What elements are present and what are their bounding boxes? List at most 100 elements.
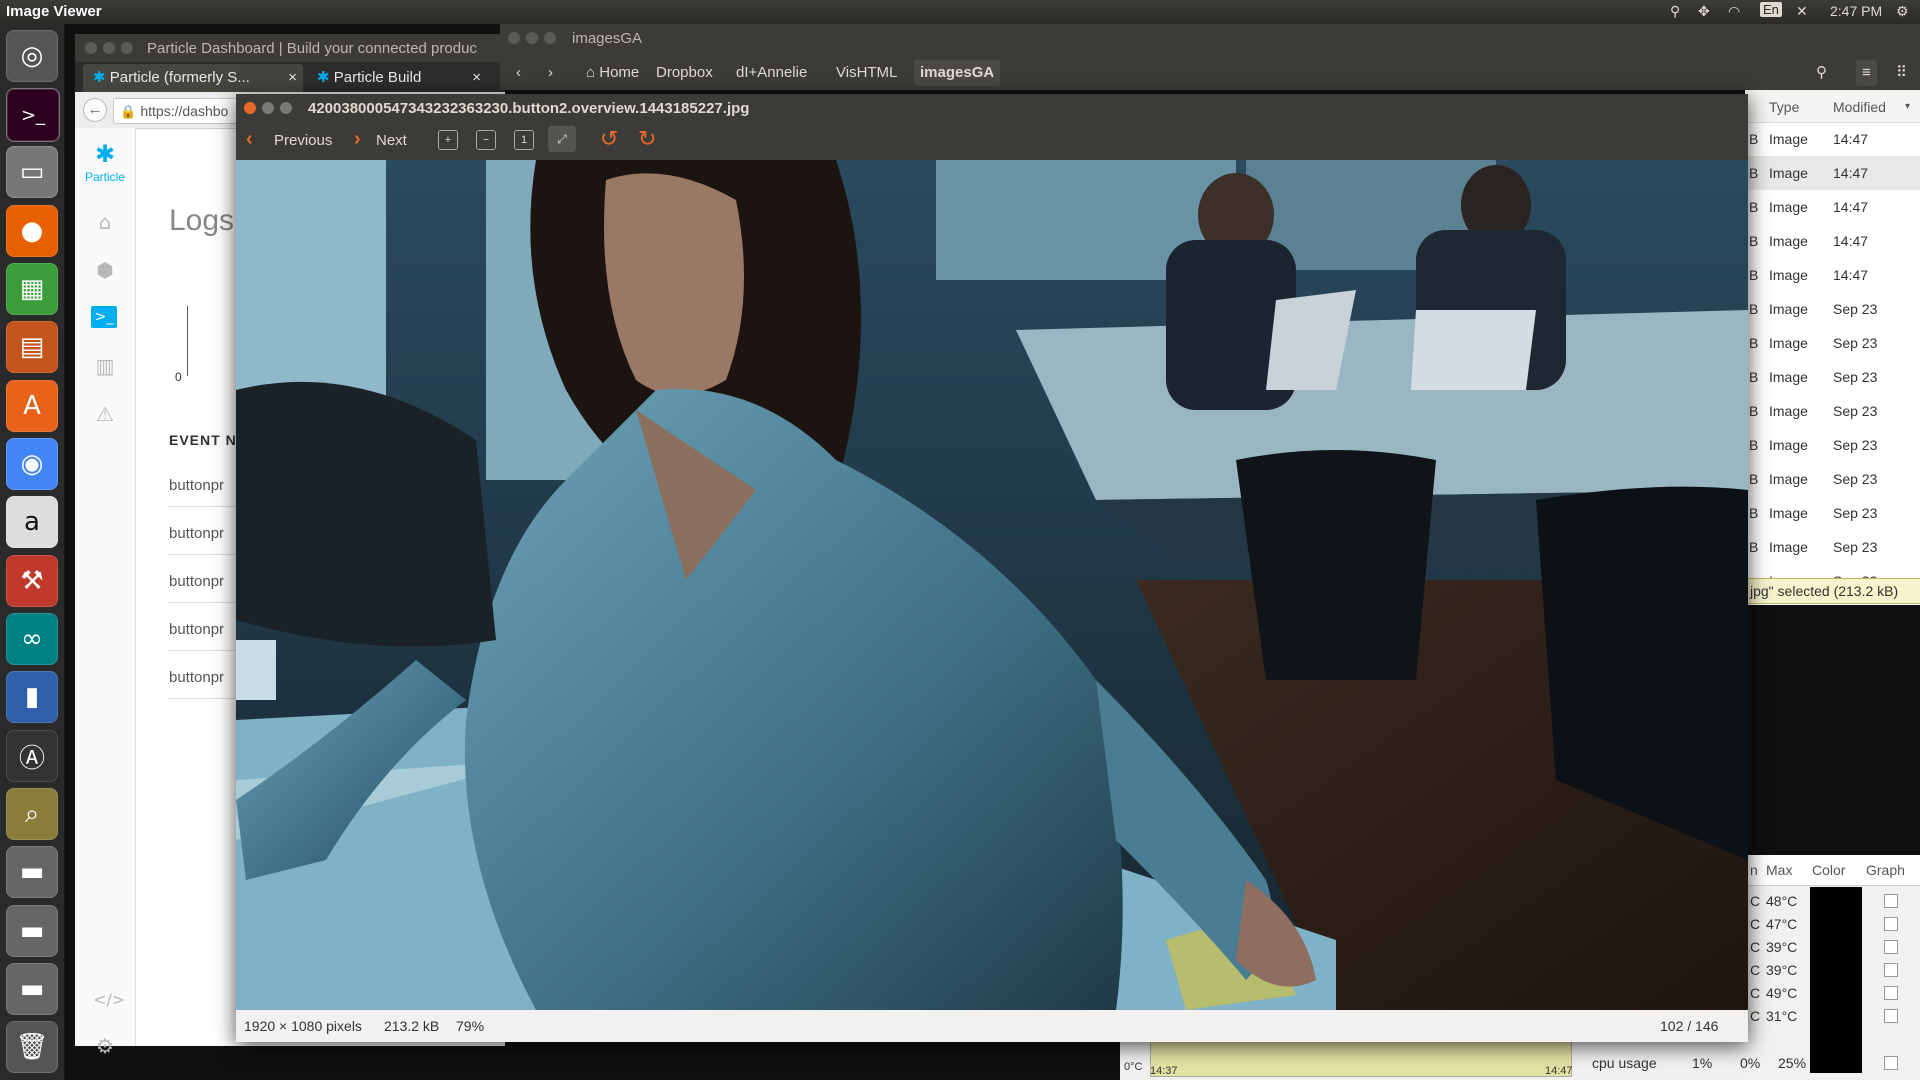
image-dimensions: 1920 × 1080 pixels xyxy=(244,1018,362,1034)
minimize-window-button[interactable] xyxy=(103,42,115,54)
file-row[interactable]: B Image Sep 23 xyxy=(1745,394,1920,428)
close-window-button[interactable] xyxy=(508,32,520,44)
file-row[interactable]: B Image 14:47 xyxy=(1745,156,1920,190)
file-row[interactable]: B Image Sep 23 xyxy=(1745,360,1920,394)
previous-chevron-icon[interactable]: ‹ xyxy=(246,128,253,151)
column-graph: Graph xyxy=(1866,862,1905,878)
particle-logo-icon[interactable]: ✱ xyxy=(75,140,135,169)
column-modified[interactable]: Modified xyxy=(1833,99,1886,115)
usb-indicator-icon[interactable]: ⚲ xyxy=(1670,3,1680,20)
file-size: B xyxy=(1749,131,1759,147)
volume-muted-icon[interactable]: ✕ xyxy=(1796,3,1808,20)
viewer-filename: 420038000547343232363230.button2.overvie… xyxy=(308,100,750,117)
alert-icon[interactable]: ⚠ xyxy=(93,402,117,426)
settings-gear-icon[interactable]: ⚙ xyxy=(1896,3,1909,20)
file-row[interactable]: B Image Sep 23 xyxy=(1745,462,1920,496)
thermometer-app-icon[interactable]: ▮ xyxy=(6,671,58,723)
minimize-window-button[interactable] xyxy=(262,102,274,114)
image-viewer-icon[interactable]: ⌕ xyxy=(6,788,58,840)
analytics-icon[interactable]: ▥ xyxy=(93,354,117,378)
graph-checkbox[interactable] xyxy=(1884,1009,1898,1023)
tab-particle-dashboard[interactable]: ✱ Particle (formerly S... × xyxy=(83,64,303,92)
devices-cube-icon[interactable]: ⬢ xyxy=(93,258,117,282)
wifi-icon[interactable]: ◠ xyxy=(1728,3,1740,20)
clock[interactable]: 2:47 PM xyxy=(1830,3,1882,19)
chrome-icon[interactable]: ◉ xyxy=(6,438,58,490)
keyboard-layout-indicator[interactable]: En xyxy=(1760,2,1782,17)
forward-chevron-icon[interactable]: › xyxy=(542,60,559,86)
maximize-window-button[interactable] xyxy=(544,32,556,44)
file-type: Image xyxy=(1769,199,1808,215)
file-row[interactable]: B Image 14:47 xyxy=(1745,190,1920,224)
back-chevron-icon[interactable]: ‹ xyxy=(510,60,527,86)
updater-icon[interactable]: Ⓐ xyxy=(6,730,58,782)
file-row[interactable]: B Image 14:47 xyxy=(1745,122,1920,156)
code-icon[interactable]: </> xyxy=(93,990,125,1014)
file-manager-icon[interactable]: ▭ xyxy=(6,146,58,198)
file-row[interactable]: B Image 14:47 xyxy=(1745,224,1920,258)
drive-icon-1[interactable]: ▬ xyxy=(6,846,58,898)
settings-icon[interactable]: ⚙ xyxy=(93,1034,117,1058)
maximize-window-button[interactable] xyxy=(280,102,292,114)
rotate-right-icon[interactable]: ↻ xyxy=(638,126,656,152)
column-type[interactable]: Type xyxy=(1769,99,1799,115)
spreadsheet-icon[interactable]: ▦ xyxy=(6,263,58,315)
trash-icon[interactable]: 🗑 xyxy=(6,1021,58,1073)
home-icon[interactable]: ⌂ xyxy=(93,210,117,234)
sensor-max: 39°C xyxy=(1766,939,1798,955)
breadcrumb-dropbox[interactable]: Dropbox xyxy=(650,60,719,86)
close-window-button[interactable] xyxy=(244,102,256,114)
dropbox-icon[interactable]: ✥ xyxy=(1698,3,1710,20)
logs-console-icon[interactable]: >_ xyxy=(91,306,117,328)
system-settings-icon[interactable]: ⚒ xyxy=(6,555,58,607)
drive-icon-3[interactable]: ▬ xyxy=(6,963,58,1015)
active-app-name: Image Viewer xyxy=(6,3,102,20)
back-arrow-icon[interactable]: ← xyxy=(83,98,107,122)
graph-checkbox[interactable] xyxy=(1884,940,1898,954)
zoom-out-icon[interactable]: − xyxy=(476,130,496,150)
image-viewer-window: 420038000547343232363230.button2.overvie… xyxy=(236,94,1748,1042)
file-row[interactable]: B Image Sep 23 xyxy=(1745,530,1920,564)
close-tab-icon[interactable]: × xyxy=(288,64,297,92)
breadcrumb-dianelie[interactable]: dI+Annelie xyxy=(730,60,813,86)
minimize-window-button[interactable] xyxy=(526,32,538,44)
maximize-window-button[interactable] xyxy=(121,42,133,54)
file-row[interactable]: B Image Sep 23 xyxy=(1745,292,1920,326)
file-row[interactable]: B Image Sep 23 xyxy=(1745,428,1920,462)
next-chevron-icon[interactable]: › xyxy=(354,128,361,151)
sort-arrow-icon[interactable]: ▾ xyxy=(1905,101,1910,112)
file-row[interactable]: B Image 14:47 xyxy=(1745,258,1920,292)
file-row[interactable]: B Image Sep 23 xyxy=(1745,496,1920,530)
graph-checkbox[interactable] xyxy=(1884,917,1898,931)
graph-checkbox[interactable] xyxy=(1884,1056,1898,1070)
displayed-photo[interactable] xyxy=(236,160,1748,1010)
zoom-normal-icon[interactable]: 1 xyxy=(514,130,534,150)
presentation-icon[interactable]: ▤ xyxy=(6,321,58,373)
rotate-left-icon[interactable]: ↺ xyxy=(600,126,618,152)
dash-home-icon[interactable]: ◎ xyxy=(6,30,58,82)
search-icon[interactable]: ⚲ xyxy=(1810,60,1833,86)
terminal-icon[interactable]: >_ xyxy=(6,88,60,142)
file-modified: Sep 23 xyxy=(1833,369,1878,385)
firefox-icon[interactable]: ● xyxy=(6,205,58,257)
graph-checkbox[interactable] xyxy=(1884,986,1898,1000)
next-button[interactable]: Next xyxy=(376,132,407,149)
close-window-button[interactable] xyxy=(85,42,97,54)
graph-checkbox[interactable] xyxy=(1884,963,1898,977)
arduino-icon[interactable]: ∞ xyxy=(6,613,58,665)
breadcrumb-vishtml[interactable]: VisHTML xyxy=(830,60,903,86)
zoom-fit-icon[interactable]: ⤢ xyxy=(548,126,576,152)
tab-particle-build[interactable]: ✱ Particle Build × xyxy=(307,64,487,92)
zoom-in-icon[interactable]: + xyxy=(438,130,458,150)
graph-checkbox[interactable] xyxy=(1884,894,1898,908)
software-center-icon[interactable]: A xyxy=(6,380,58,432)
breadcrumb-imagesga[interactable]: imagesGA xyxy=(914,60,1001,86)
file-row[interactable]: B Image Sep 23 xyxy=(1745,326,1920,360)
grid-view-icon[interactable]: ⠿ xyxy=(1890,60,1913,86)
drive-icon-2[interactable]: ▬ xyxy=(6,905,58,957)
previous-button[interactable]: Previous xyxy=(274,132,332,149)
close-tab-icon[interactable]: × xyxy=(472,64,481,92)
amazon-icon[interactable]: a xyxy=(6,496,58,548)
menu-icon[interactable]: ≡ xyxy=(1856,60,1877,86)
breadcrumb-home[interactable]: ⌂ Home xyxy=(580,60,645,86)
